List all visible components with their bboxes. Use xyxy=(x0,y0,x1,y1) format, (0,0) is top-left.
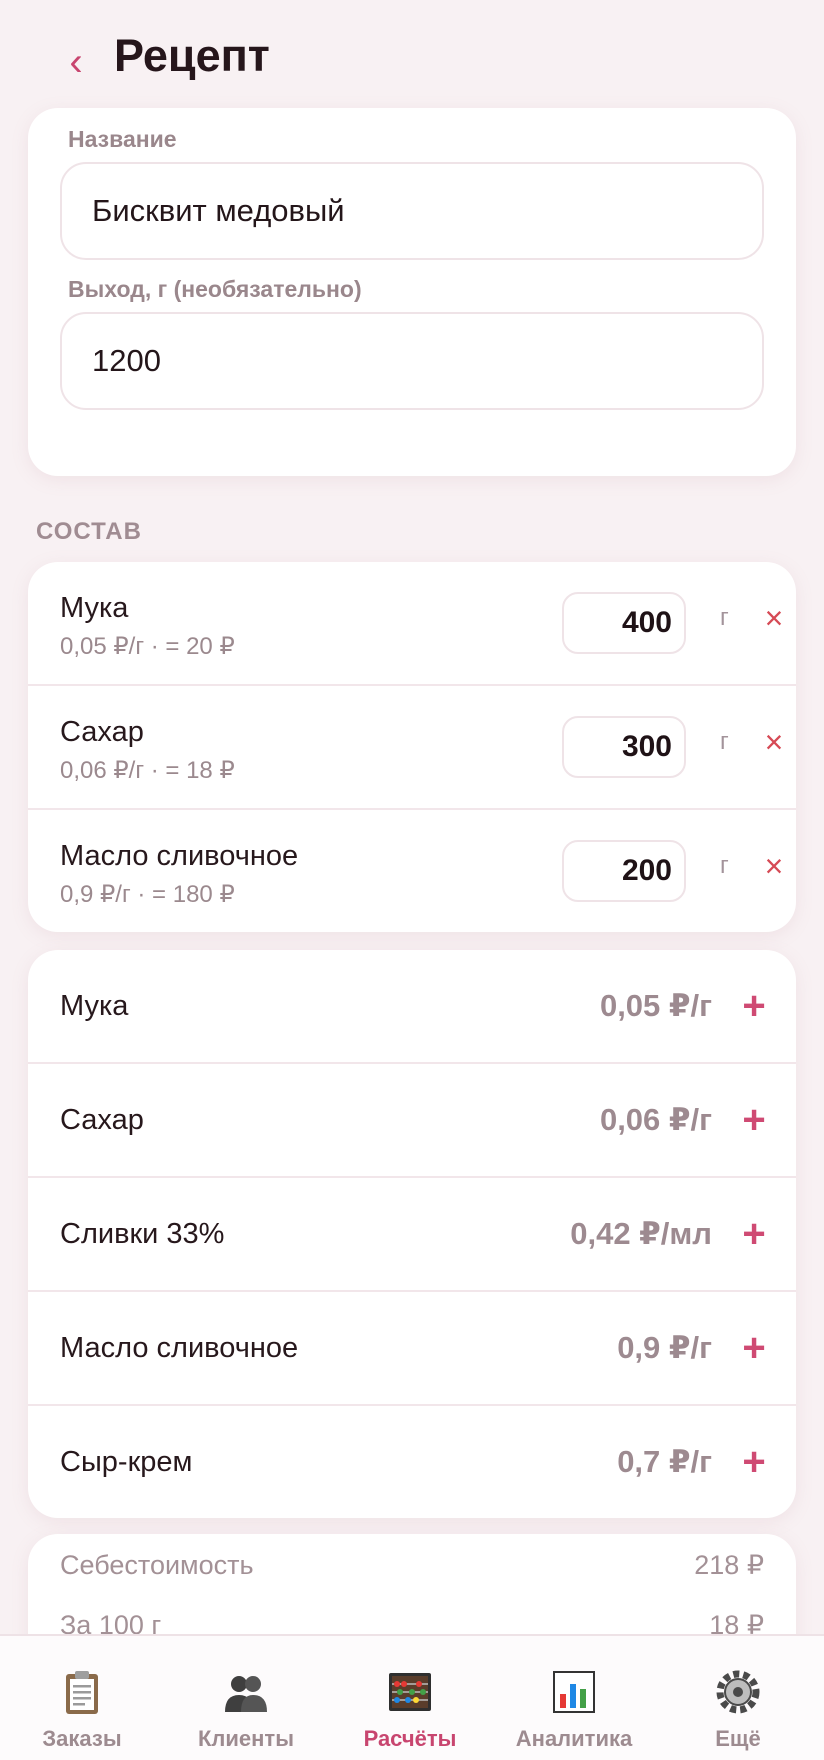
catalog-row[interactable]: Сливки 33% 0,42 ₽/мл + xyxy=(28,1178,796,1292)
bar-chart-icon xyxy=(553,1671,595,1713)
nav-label: Заказы xyxy=(42,1726,122,1751)
catalog-item-price: 0,06 ₽/г xyxy=(599,1102,712,1137)
header: ‹ Рецепт xyxy=(0,0,824,110)
ingredient-name: Сахар xyxy=(60,716,144,748)
yield-label: Выход, г (необязательно) xyxy=(68,276,362,302)
recipe-form-card: Название Выход, г (необязательно) xyxy=(28,108,796,476)
unit-label: г xyxy=(720,604,729,631)
nav-label: Расчёты xyxy=(363,1726,457,1751)
composition-section-label: СОСТАВ xyxy=(36,518,142,545)
cost-label: Себестоимость xyxy=(60,1550,254,1580)
ingredient-cost: 0,06 ₽/г · = 18 ₽ xyxy=(60,757,235,784)
abacus-icon xyxy=(389,1673,431,1711)
composition-row: Мука 0,05 ₽/г · = 20 ₽ г × xyxy=(28,562,796,686)
nav-label: Ещё xyxy=(715,1726,761,1751)
composition-row: Сахар 0,06 ₽/г · = 18 ₽ г × xyxy=(28,686,796,810)
nav-item-orders[interactable]: Заказы xyxy=(0,1636,164,1760)
recipe-screen: ‹ Рецепт Название Выход, г (необязательн… xyxy=(0,0,824,1760)
unit-label: г xyxy=(720,852,729,879)
catalog-item-name: Сыр-крем xyxy=(60,1446,193,1478)
bottom-navigation: Заказы Клиенты Расчёты Аналитика Ещё xyxy=(0,1634,824,1760)
cost-row: Себестоимость 218 ₽ xyxy=(60,1550,764,1590)
add-button[interactable]: + xyxy=(734,1098,774,1142)
name-input[interactable] xyxy=(60,162,764,260)
ingredient-cost: 0,05 ₽/г · = 20 ₽ xyxy=(60,633,235,660)
catalog-item-name: Сахар xyxy=(60,1104,144,1136)
catalog-row[interactable]: Мука 0,05 ₽/г + xyxy=(28,950,796,1064)
chevron-left-icon: ‹ xyxy=(69,40,83,84)
ingredient-name: Мука xyxy=(60,592,129,624)
nav-item-calculations[interactable]: Расчёты xyxy=(328,1636,492,1760)
people-icon xyxy=(225,1676,267,1712)
ingredient-catalog-card: Мука 0,05 ₽/г + Сахар 0,06 ₽/г + Сливки … xyxy=(28,950,796,1518)
back-button[interactable]: ‹ xyxy=(56,38,96,86)
catalog-row[interactable]: Масло сливочное 0,9 ₽/г + xyxy=(28,1292,796,1406)
yield-input[interactable] xyxy=(60,312,764,410)
nav-item-clients[interactable]: Клиенты xyxy=(164,1636,328,1760)
plus-icon: + xyxy=(742,1098,766,1142)
add-button[interactable]: + xyxy=(734,1440,774,1484)
ingredient-name: Масло сливочное xyxy=(60,840,299,872)
remove-button[interactable]: × xyxy=(756,600,792,636)
quantity-input[interactable] xyxy=(562,840,686,902)
remove-button[interactable]: × xyxy=(756,848,792,884)
nav-label: Аналитика xyxy=(515,1726,633,1751)
close-icon: × xyxy=(764,600,784,636)
remove-button[interactable]: × xyxy=(756,724,792,760)
add-button[interactable]: + xyxy=(734,1326,774,1370)
quantity-input[interactable] xyxy=(562,592,686,654)
catalog-row[interactable]: Сыр-крем 0,7 ₽/г + xyxy=(28,1406,796,1520)
catalog-item-price: 0,7 ₽/г xyxy=(617,1444,712,1479)
close-icon: × xyxy=(764,724,784,760)
gear-icon xyxy=(716,1670,760,1714)
nav-item-analytics[interactable]: Аналитика xyxy=(492,1636,656,1760)
nav-label: Клиенты xyxy=(197,1726,294,1751)
cost-value: 218 ₽ xyxy=(694,1550,764,1580)
quantity-input[interactable] xyxy=(562,716,686,778)
page-title: Рецепт xyxy=(114,30,270,81)
plus-icon: + xyxy=(742,1212,766,1256)
composition-row: Масло сливочное 0,9 ₽/г · = 180 ₽ г × xyxy=(28,810,796,934)
plus-icon: + xyxy=(742,984,766,1028)
unit-label: г xyxy=(720,728,729,755)
name-label: Название xyxy=(68,126,177,152)
ingredient-cost: 0,9 ₽/г · = 180 ₽ xyxy=(60,881,235,908)
catalog-item-name: Мука xyxy=(60,990,129,1022)
add-button[interactable]: + xyxy=(734,984,774,1028)
close-icon: × xyxy=(764,848,784,884)
catalog-item-name: Масло сливочное xyxy=(60,1332,299,1364)
nav-item-more[interactable]: Ещё xyxy=(656,1636,820,1760)
catalog-item-price: 0,9 ₽/г xyxy=(617,1330,712,1365)
catalog-item-price: 0,05 ₽/г xyxy=(599,988,712,1023)
add-button[interactable]: + xyxy=(734,1212,774,1256)
catalog-row[interactable]: Сахар 0,06 ₽/г + xyxy=(28,1064,796,1178)
catalog-item-price: 0,42 ₽/мл xyxy=(570,1216,712,1251)
plus-icon: + xyxy=(742,1440,766,1484)
plus-icon: + xyxy=(742,1326,766,1370)
composition-card: Мука 0,05 ₽/г · = 20 ₽ г × Сахар 0,06 ₽/… xyxy=(28,562,796,932)
clipboard-icon xyxy=(66,1671,98,1714)
catalog-item-name: Сливки 33% xyxy=(60,1218,225,1250)
